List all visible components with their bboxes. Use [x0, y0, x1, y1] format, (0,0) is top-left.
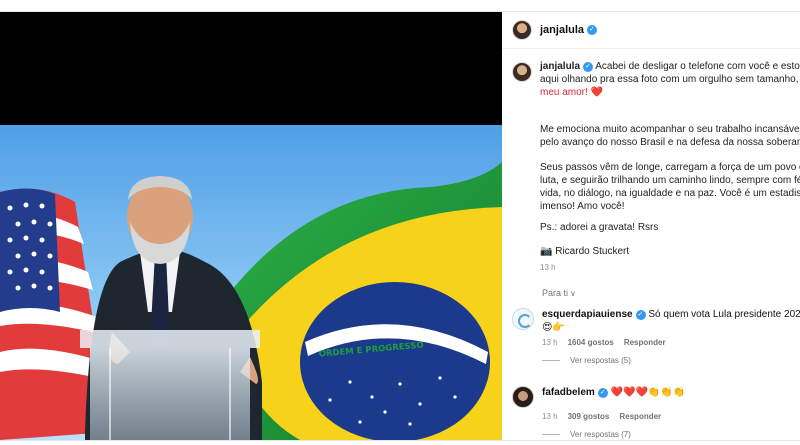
replies-divider — [542, 360, 560, 361]
comment-emoji: 😍👉 — [542, 322, 565, 333]
reply-button[interactable]: Responder — [619, 412, 661, 421]
view-replies-label: Ver respostas (7) — [570, 430, 631, 439]
caption-ps: Ps.: adorei a gravata! Rsrs — [540, 222, 659, 233]
post-side-panel: janjalula ✓ janjalula ✓ Acabei de desliga… — [502, 12, 800, 440]
verified-badge-icon: ✓ — [635, 310, 646, 320]
view-replies-button[interactable]: Ver respostas (7) — [542, 430, 800, 439]
comment-item: esquerdapiauiense ✓ Só quem vota Lula pre… — [512, 308, 800, 365]
comment-text: Só quem vota Lula presidente 2026 — [648, 309, 800, 320]
replies-divider — [542, 434, 560, 435]
para3-line-2: luta, e seguirão trilhando um caminho li… — [540, 175, 800, 186]
para3-line-4: imenso! Amo você! — [540, 201, 625, 212]
view-replies-label: Ver respostas (5) — [570, 356, 631, 365]
caption-line-3: meu amor! ❤️ — [540, 87, 604, 98]
commenter-username[interactable]: fafadbelem — [542, 387, 595, 398]
verified-badge-icon: ✓ — [587, 25, 598, 35]
comment-time[interactable]: 13 h — [542, 412, 558, 421]
comment-likes[interactable]: 1604 gostos — [568, 338, 614, 347]
verified-badge-icon: ✓ — [597, 388, 608, 398]
caption-paragraph-3: Seus passos vêm de longe, carregam a for… — [540, 161, 800, 213]
podium — [80, 330, 260, 440]
post-timestamp[interactable]: 13 h — [540, 263, 556, 272]
para3-line-1: Seus passos vêm de longe, carregam a for… — [540, 162, 800, 173]
para2-line-2: pelo avanço do nosso Brasil e na defesa … — [540, 137, 800, 148]
comment-likes[interactable]: 309 gostos — [568, 412, 610, 421]
black-band — [0, 12, 502, 125]
post-header: janjalula ✓ — [502, 12, 800, 49]
caption-line-1: Acabei de desligar o telefone com você e… — [595, 61, 800, 72]
para2-line-1: Me emociona muito acompanhar o seu traba… — [540, 124, 800, 135]
comment-meta: 13 h 309 gostos Responder — [542, 412, 800, 421]
caption-paragraph-2: Me emociona muito acompanhar o seu traba… — [540, 123, 800, 149]
comment-time[interactable]: 13 h — [542, 338, 558, 347]
comment-text: ❤️❤️❤️👏👏👏 — [610, 387, 686, 398]
comment-item: fafadbelem ✓ ❤️❤️❤️👏👏👏 13 h 309 gostos Re… — [512, 386, 800, 439]
commenter-username[interactable]: esquerdapiauiense — [542, 309, 633, 320]
sort-label: Para ti — [542, 288, 569, 298]
caption-avatar[interactable] — [512, 62, 532, 82]
instagram-post-window: ORDEM E PROGRESSO janjalula ✓ janjalula … — [0, 12, 800, 440]
post-photo[interactable]: ORDEM E PROGRESSO — [0, 12, 502, 440]
caption-block: janjalula ✓ Acabei de desligar o telefone… — [512, 60, 800, 99]
reply-button[interactable]: Responder — [624, 338, 666, 347]
author-username[interactable]: janjalula — [540, 24, 584, 36]
chevron-down-icon: ∨ — [570, 289, 576, 298]
caption-username[interactable]: janjalula — [540, 61, 580, 72]
author-avatar[interactable] — [512, 20, 532, 40]
para3-line-3: vida, no diálogo, na igualdade e na paz.… — [540, 188, 800, 199]
verified-badge-icon: ✓ — [583, 62, 594, 72]
commenter-avatar[interactable] — [512, 386, 534, 408]
comment-meta: 13 h 1604 gostos Responder — [542, 338, 800, 347]
caption-line-2: aqui olhando pra essa foto com um orgulh… — [540, 74, 799, 85]
photo-scene: ORDEM E PROGRESSO — [0, 12, 502, 440]
photo-credit: 📷 Ricardo Stuckert — [540, 246, 630, 257]
commenter-avatar[interactable] — [512, 308, 534, 330]
comment-sort-dropdown[interactable]: Para ti ∨ — [542, 288, 576, 298]
view-replies-button[interactable]: Ver respostas (5) — [542, 356, 800, 365]
